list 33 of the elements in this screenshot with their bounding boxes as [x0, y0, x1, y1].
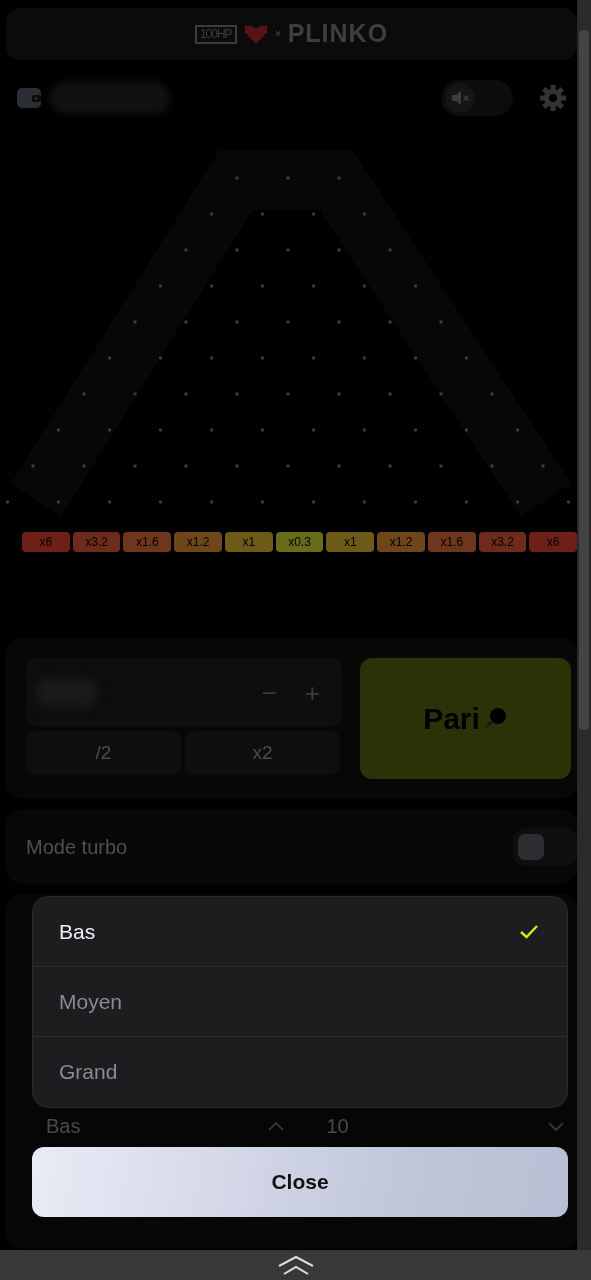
multiplier-slot: x0.3	[275, 532, 324, 552]
check-icon	[519, 923, 539, 940]
settings-icon[interactable]	[539, 84, 567, 112]
multiplier-slot: x1	[224, 532, 273, 552]
minus-button[interactable]: −	[255, 679, 283, 706]
multiplier-slot: x3.2	[72, 532, 121, 552]
multiplier-slot: x6	[22, 532, 70, 552]
select-value: Bas	[46, 1114, 81, 1139]
select-value: 10	[326, 1114, 349, 1139]
sound-toggle[interactable]	[441, 80, 513, 116]
multiplier-slot: x1.2	[174, 532, 222, 552]
menu-option[interactable]: Bas	[33, 897, 567, 967]
multiplier-slot: x1.2	[377, 532, 425, 552]
separator-text: ×	[274, 26, 282, 43]
menu-option[interactable]: Moyen	[33, 967, 567, 1037]
plus-button[interactable]: +	[298, 679, 326, 706]
half-button[interactable]: /2	[26, 731, 181, 775]
chevron-up-icon	[266, 1120, 285, 1132]
bet-amount-field[interactable]: − +	[26, 658, 342, 727]
multiplier-slot: x6	[529, 532, 577, 552]
double-button[interactable]: x2	[185, 731, 340, 775]
menu-option[interactable]: Grand	[33, 1037, 567, 1107]
turbo-toggle[interactable]	[513, 827, 577, 866]
heart-icon	[242, 24, 269, 44]
chevron-down-icon	[547, 1120, 565, 1132]
close-button[interactable]: Close	[32, 1147, 568, 1217]
multiplier-slot: x3.2	[478, 532, 527, 552]
scrollbar[interactable]	[577, 0, 591, 1250]
multiplier-slot: x1.6	[123, 532, 172, 552]
multiplier-slot: x1.6	[427, 532, 476, 552]
turbo-label: Mode turbo	[26, 834, 128, 860]
multiplier-slot: x1	[326, 532, 375, 552]
wallet-icon[interactable]	[16, 86, 42, 110]
